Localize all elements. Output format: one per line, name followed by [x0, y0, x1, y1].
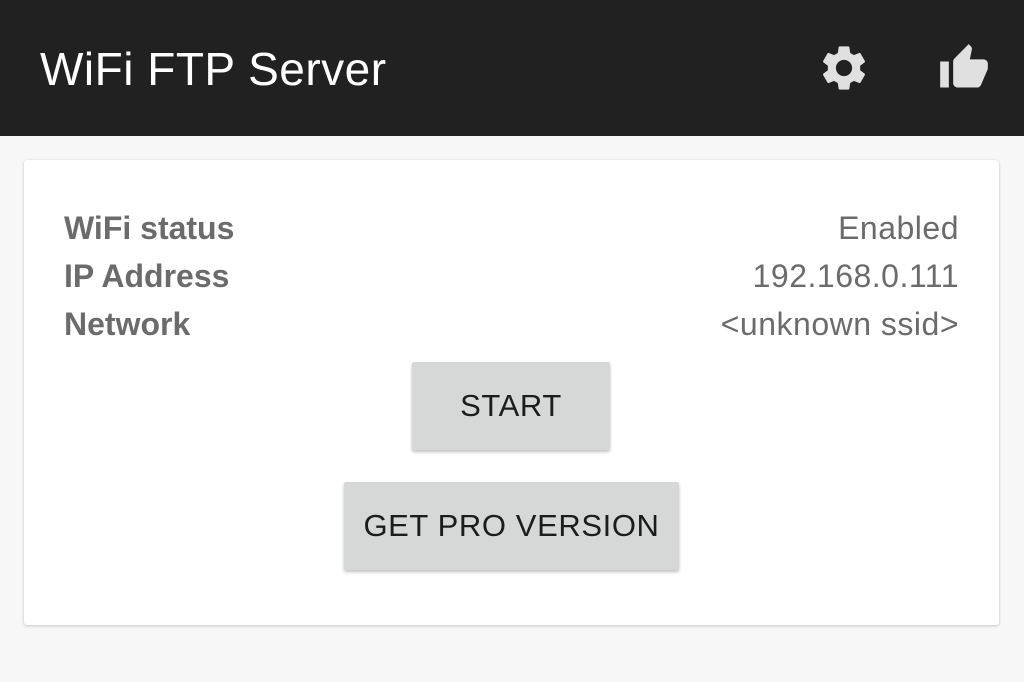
server-card: WiFi status Enabled IP Address 192.168.0…: [24, 160, 999, 625]
wifi-status-row: WiFi status Enabled: [64, 205, 959, 251]
wifi-status-value: Enabled: [838, 209, 959, 246]
ip-address-value: 192.168.0.111: [752, 257, 959, 294]
get-pro-version-button[interactable]: GET PRO VERSION: [344, 482, 679, 570]
rate-button[interactable]: [932, 36, 996, 100]
thumbs-up-icon: [940, 44, 988, 88]
start-button[interactable]: START: [412, 362, 610, 450]
settings-button[interactable]: [812, 36, 876, 100]
network-label: Network: [64, 305, 191, 342]
ip-address-label: IP Address: [64, 257, 230, 294]
wifi-status-label: WiFi status: [64, 209, 235, 246]
app-title: WiFi FTP Server: [40, 43, 387, 95]
network-value: <unknown ssid>: [720, 305, 959, 342]
ip-address-row: IP Address 192.168.0.111: [64, 253, 959, 299]
gear-icon: [822, 46, 866, 90]
app-bar: WiFi FTP Server: [0, 0, 1024, 136]
network-row: Network <unknown ssid>: [64, 301, 959, 347]
